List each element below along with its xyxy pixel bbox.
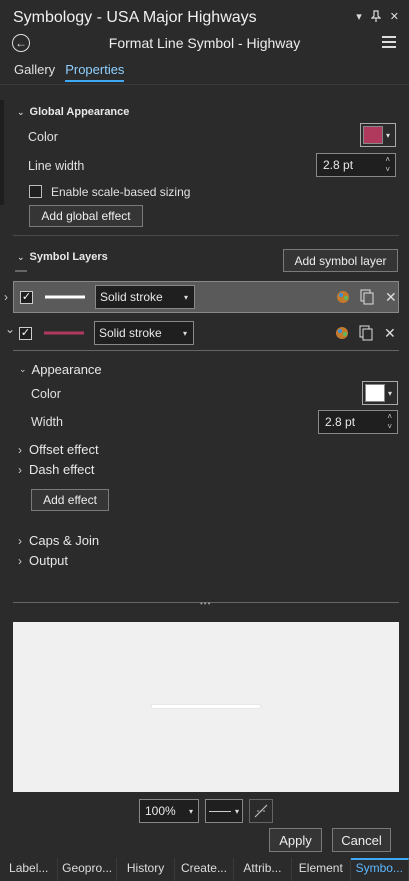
layer-type-select[interactable]: Solid stroke ▾: [94, 321, 194, 345]
preview-line-select[interactable]: ▾: [205, 799, 243, 823]
delete-layer-icon[interactable]: ✕: [385, 289, 397, 306]
width-value: 2.8 pt: [325, 415, 356, 429]
delete-layer-icon[interactable]: ✕: [384, 325, 396, 342]
title-bar-controls: ▾ ✕: [356, 10, 399, 25]
symbol-layer-row[interactable]: ✓ Solid stroke ▾ ✕: [13, 317, 399, 349]
tab-symbology[interactable]: Symbo...: [350, 858, 409, 881]
pin-icon[interactable]: [370, 10, 382, 25]
dropdown-arrow-icon: ▾: [182, 328, 187, 338]
dropdown-arrow-icon: ▾: [183, 292, 188, 302]
width-label: Width: [31, 415, 63, 429]
collapse-chevron-icon: ⌄: [19, 364, 27, 374]
section-title: Dash effect: [29, 462, 95, 477]
global-color-picker[interactable]: ▾: [360, 123, 396, 147]
add-global-effect-button[interactable]: Add global effect: [29, 205, 143, 227]
add-effect-button[interactable]: Add effect: [31, 489, 109, 511]
appearance-header[interactable]: ⌄ Appearance: [19, 362, 102, 377]
output-header[interactable]: › Output: [18, 553, 68, 568]
symbol-layer-row[interactable]: ✓ Solid stroke ▾ ✕: [13, 281, 399, 313]
zoom-value: 100%: [145, 804, 176, 818]
layer-type-value: Solid stroke: [100, 290, 163, 304]
bottom-tab-strip: Label... Geopro... History Create... Att…: [0, 858, 409, 881]
layer-visibility-checkbox[interactable]: ✓: [20, 290, 33, 304]
line-width-spinner[interactable]: 2.8 pt ˄ ˅: [316, 153, 396, 177]
caps-join-header[interactable]: › Caps & Join: [18, 533, 99, 548]
dropdown-arrow-icon: ▾: [234, 806, 239, 816]
tab-gallery[interactable]: Gallery: [14, 62, 55, 82]
line-width-label: Line width: [28, 159, 85, 173]
tab-labeling[interactable]: Label...: [0, 858, 59, 881]
divider: [13, 235, 399, 236]
section-title: Appearance: [31, 362, 102, 377]
tab-properties[interactable]: Properties: [65, 62, 125, 82]
section-title: Global Appearance: [29, 106, 130, 118]
global-appearance-header[interactable]: ⌄ Global Appearance: [17, 106, 129, 118]
dash-effect-header[interactable]: › Dash effect: [18, 462, 95, 477]
splitter-grip-icon[interactable]: •••: [200, 599, 211, 608]
tab-strip: Gallery Properties: [14, 62, 125, 82]
symbol-preview: [13, 622, 399, 792]
section-gutter: [0, 100, 4, 205]
width-spinner[interactable]: 2.8 pt ˄ ˅: [318, 410, 398, 434]
expand-chevron-icon: ›: [18, 462, 22, 477]
symbol-layers-header[interactable]: ⌄ Symbol Layers: [17, 251, 108, 263]
section-title: Caps & Join: [29, 533, 100, 548]
layer-color-picker[interactable]: ▾: [362, 381, 398, 405]
color-swatch: [363, 126, 383, 144]
preview-stroke: [152, 705, 260, 708]
window-title: Symbology - USA Major Highways: [13, 9, 257, 26]
spin-down-icon[interactable]: ˅: [387, 422, 392, 432]
line-style-icon: [209, 810, 231, 812]
dropdown-arrow-icon: ▾: [388, 388, 393, 398]
stroke-preview: [45, 295, 85, 299]
color-label: Color: [28, 130, 58, 144]
color-swatch: [365, 384, 385, 402]
spin-up-icon[interactable]: ˄: [387, 412, 392, 422]
spin-down-icon[interactable]: ˅: [385, 165, 390, 175]
dropdown-arrow-icon: ▾: [386, 130, 391, 140]
layer-type-value: Solid stroke: [99, 326, 162, 340]
expand-chevron-icon: ›: [18, 533, 22, 548]
preview-toggle-button[interactable]: [249, 799, 273, 823]
collapse-chevron-icon: ⌄: [17, 106, 25, 117]
tab-create-features[interactable]: Create...: [175, 858, 234, 881]
layer-properties-icon[interactable]: [335, 289, 351, 305]
divider: [13, 350, 399, 351]
scale-sizing-checkbox[interactable]: [29, 185, 42, 198]
tab-geoprocessing[interactable]: Geopro...: [58, 858, 117, 881]
layer-properties-icon[interactable]: [334, 325, 350, 341]
close-icon[interactable]: ✕: [390, 10, 399, 25]
layer-visibility-checkbox[interactable]: ✓: [19, 326, 32, 340]
expand-chevron-icon: ›: [18, 442, 22, 457]
options-dropdown-icon[interactable]: ▾: [356, 10, 362, 25]
section-title: Offset effect: [29, 442, 99, 457]
scale-sizing-label: Enable scale-based sizing: [51, 185, 191, 199]
drag-handle[interactable]: [15, 270, 27, 272]
section-title: Output: [29, 553, 69, 568]
duplicate-layer-icon[interactable]: [358, 325, 374, 341]
no-background-icon: [254, 804, 268, 818]
line-width-value: 2.8 pt: [323, 158, 354, 172]
expand-chevron-icon[interactable]: ›: [4, 290, 8, 304]
spin-up-icon[interactable]: ˄: [385, 155, 390, 165]
pane-subtitle: Format Line Symbol - Highway: [108, 35, 301, 51]
stroke-preview: [44, 331, 84, 335]
menu-icon[interactable]: [382, 36, 396, 51]
section-title: Symbol Layers: [29, 251, 108, 263]
expand-chevron-icon: ›: [18, 553, 22, 568]
cancel-button[interactable]: Cancel: [332, 828, 391, 852]
zoom-select[interactable]: 100% ▾: [139, 799, 199, 823]
collapse-chevron-icon: ⌄: [17, 251, 25, 262]
tab-history[interactable]: History: [117, 858, 176, 881]
add-symbol-layer-button[interactable]: Add symbol layer: [283, 249, 398, 272]
tab-element[interactable]: Element: [292, 858, 351, 881]
layer-type-select[interactable]: Solid stroke ▾: [95, 285, 195, 309]
color-label: Color: [31, 387, 61, 401]
dropdown-arrow-icon: ▾: [188, 806, 193, 816]
apply-button[interactable]: Apply: [269, 828, 322, 852]
offset-effect-header[interactable]: › Offset effect: [18, 442, 99, 457]
tab-attributes[interactable]: Attrib...: [234, 858, 293, 881]
divider: [0, 84, 409, 85]
duplicate-layer-icon[interactable]: [359, 289, 375, 305]
